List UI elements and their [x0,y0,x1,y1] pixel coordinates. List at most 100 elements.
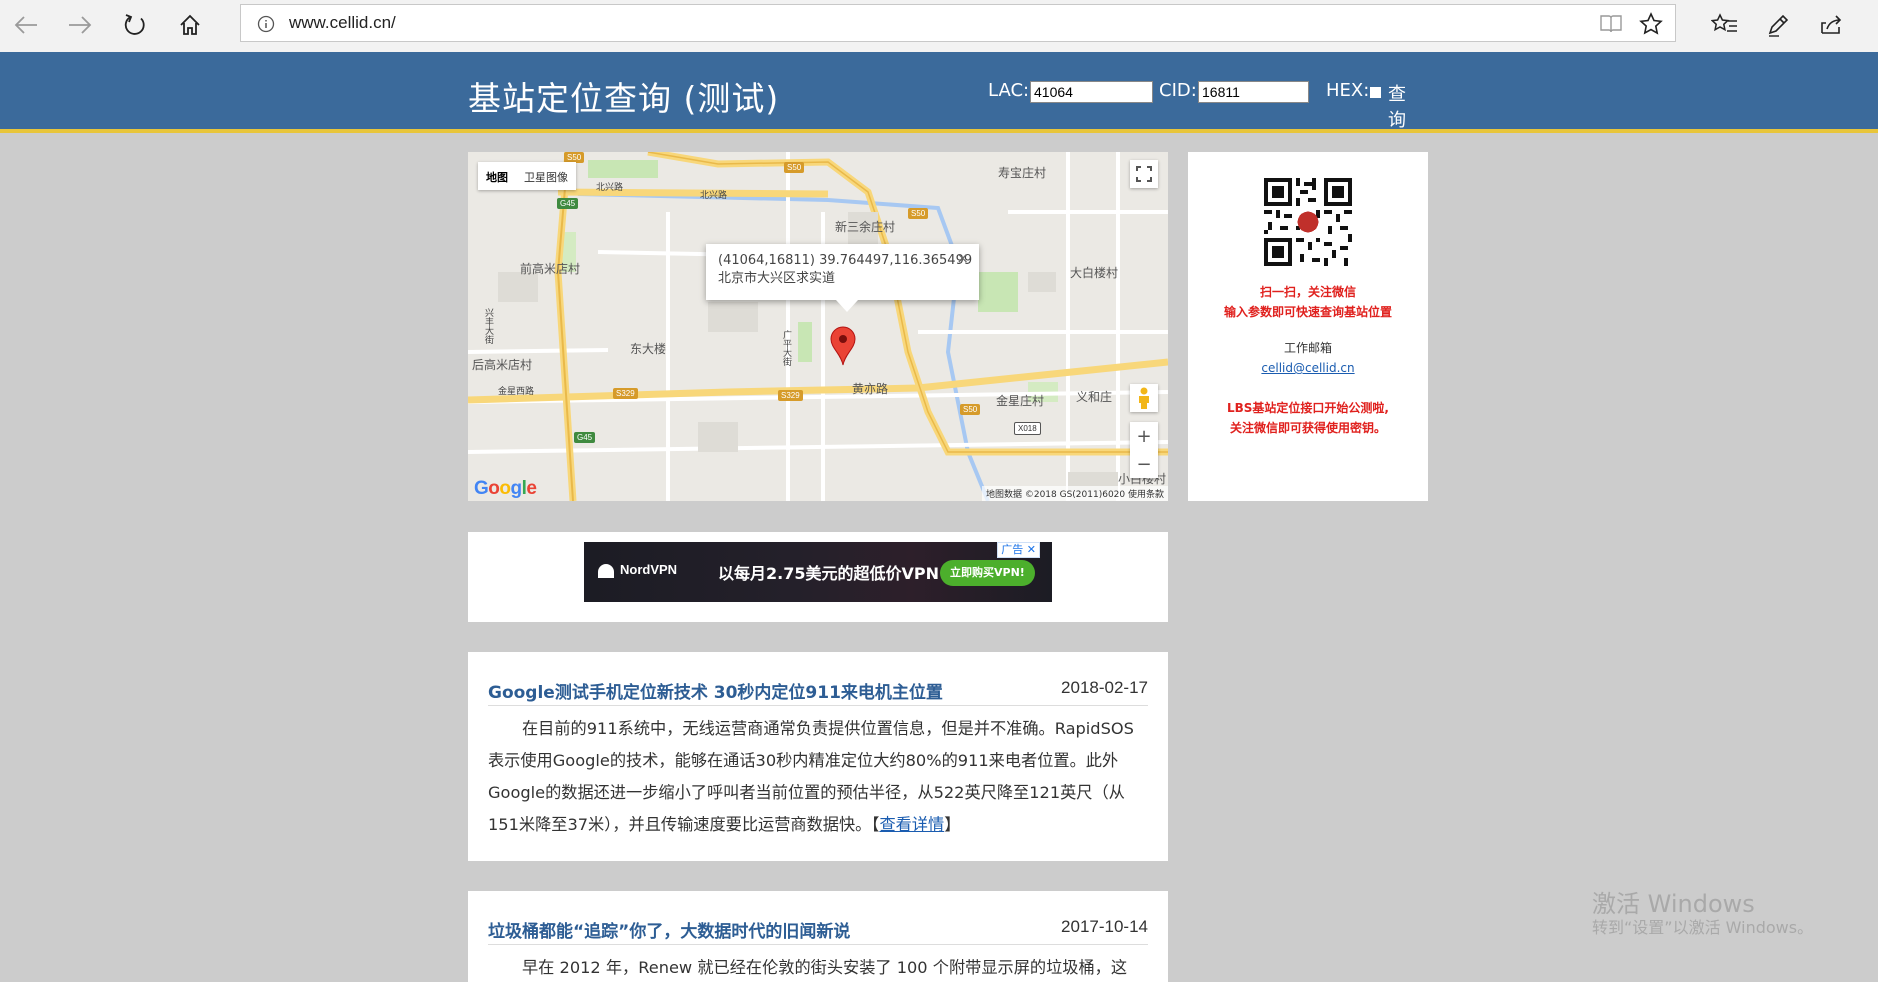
lac-label: LAC: [988,80,1030,101]
article-header: 垃圾桶都能“追踪”你了，大数据时代的旧闻新说 2017-10-14 [488,917,1148,945]
site-header: 基站定位查询 (测试) LAC: CID: HEX: 查 询 [0,52,1878,133]
link-bracket-close: 】 [944,815,961,834]
shield-s50-a: S50 [784,162,805,173]
forward-arrow-icon [69,16,92,34]
favorites-hub-button[interactable] [1705,6,1745,44]
info-address: 北京市大兴区求实道 [718,271,836,286]
ad-brand: NordVPN [620,562,678,577]
article-card: Google测试手机定位新技术 30秒内定位911来电机主位置 2018-02-… [468,652,1168,861]
place-dabailou: 大白楼村 [1070,266,1119,280]
wechat-scan-text: 扫一扫，关注微信 [1259,285,1356,299]
shield-s50-c: S50 [960,404,981,415]
place-hougaomidian: 后高米店村 [472,358,533,372]
home-button[interactable] [170,6,210,44]
pegman-icon [1139,387,1149,409]
promo-line-2: 关注微信即可获得使用密钥。 [1229,421,1386,435]
ad-headline: 以每月2.75美元的超低价VPN [718,564,939,583]
map-type-satellite[interactable]: 卫星图像 [516,162,576,190]
zoom-in-button[interactable]: + [1130,422,1158,450]
article-body: 早在 2012 年，Renew 就已经在伦敦的街头安装了 100 个附带显示屏的… [522,958,1128,977]
article-date: 2018-02-17 [1061,678,1148,697]
wechat-sidebar: 扫一扫，关注微信 输入参数即可快速查询基站位置 工作邮箱 cellid@cell… [1188,152,1428,501]
map-attribution[interactable]: 地图数据 ©2018 GS(2011)6020 使用条款 [981,486,1168,501]
zoom-out-button[interactable]: − [1130,450,1158,478]
cid-label: CID: [1159,80,1197,101]
info-icon[interactable] [257,15,275,33]
share-button[interactable] [1812,6,1852,44]
place-qiangaomidian: 前高米店村 [520,262,581,276]
google-logo: Google [474,478,537,499]
street-view-button[interactable] [1130,384,1158,412]
info-coordinates: (41064,16811) 39.764497,116.365499 [718,253,973,268]
url-text[interactable]: www.cellid.cn/ [289,13,396,33]
shield-s329-b: S329 [778,390,803,401]
reading-view-icon[interactable] [1599,13,1623,35]
article-title[interactable]: Google测试手机定位新技术 30秒内定位911来电机主位置 [488,678,943,703]
address-bar[interactable]: www.cellid.cn/ [240,4,1676,42]
fullscreen-button[interactable] [1130,160,1158,188]
refresh-icon [124,14,145,35]
shield-s50-b: S50 [908,208,929,219]
page-title: 基站定位查询 (测试) [468,79,780,118]
browser-toolbar: www.cellid.cn/ [0,0,1878,52]
info-close-button[interactable]: × [956,249,969,267]
back-button[interactable] [6,6,46,44]
article-card: 垃圾桶都能“追踪”你了，大数据时代的旧闻新说 2017-10-14 早在 201… [468,891,1168,982]
favorites-list-icon [1711,13,1737,32]
notes-button[interactable] [1758,6,1798,44]
promo-line-1: LBS基站定位接口开始公测啦, [1227,401,1389,415]
article-header: Google测试手机定位新技术 30秒内定位911来电机主位置 2018-02-… [488,678,1148,706]
lac-input[interactable] [1030,81,1153,103]
map-marker-icon[interactable] [830,326,856,366]
article-body: 在目前的911系统中，无线运营商通常负责提供位置信息，但是并不准确。RapidS… [488,713,1148,841]
info-window-tail [836,300,858,312]
zoom-control: + − [1130,422,1158,478]
place-dongdalou: 东大楼 [630,342,667,356]
ad-container: NordVPN 以每月2.75美元的超低价VPN 立即购买VPN! 广告 ✕ [468,532,1168,622]
refresh-button[interactable] [115,6,155,44]
road-label-jinxingxi: 金星西路 [498,387,535,397]
shield-g45-b: G45 [574,432,596,443]
article-date: 2017-10-14 [1061,917,1148,936]
place-yihezhuang: 义和庄 [1076,390,1113,404]
road-label-beixing-2: 北兴路 [700,191,728,201]
ad-choices-badge[interactable]: 广告 ✕ [997,542,1040,558]
forward-button[interactable] [60,6,100,44]
road-label-xingfeng: 兴丰大街 [483,308,493,344]
place-jinxingzhuang: 金星庄村 [996,394,1045,408]
ad-cta-button[interactable]: 立即购买VPN! [940,560,1035,586]
road-label-beixing: 北兴路 [596,183,624,193]
share-icon [1821,15,1842,34]
ad-banner[interactable]: NordVPN 以每月2.75美元的超低价VPN 立即购买VPN! 广告 ✕ [584,542,1052,602]
query-button[interactable]: 查 询 [1388,80,1406,132]
email-link[interactable]: cellid@cellid.cn [1188,358,1428,378]
email-label: 工作邮箱 [1283,341,1332,355]
map-view[interactable]: 北兴路 北兴路 寿宝庄村 新三余庄村 前高米店村 大白楼村 东大楼 后高米店村 … [468,152,1168,501]
fullscreen-icon [1136,166,1152,182]
windows-activation-hint: 转到“设置”以激活 Windows。 [1592,918,1814,937]
road-label-huangyi: 黄亦路 [852,382,889,396]
favorite-star-icon[interactable] [1639,12,1663,36]
shield-g45-a: G45 [557,198,579,209]
nordvpn-mountain-icon [598,563,614,578]
article-title[interactable]: 垃圾桶都能“追踪”你了，大数据时代的旧闻新说 [488,917,850,942]
pen-icon [1768,14,1789,37]
ad-brand-logo: NordVPN [598,562,677,578]
back-arrow-icon [14,16,37,34]
home-icon [180,14,200,35]
hex-checkbox[interactable] [1370,87,1381,98]
map-type-map[interactable]: 地图 [478,162,516,190]
road-label-guangping: 广平大街 [781,330,791,366]
place-shoubaozhuang: 寿宝庄村 [998,166,1047,180]
wechat-hint-text: 输入参数即可快速查询基站位置 [1223,305,1392,319]
shield-x018: X018 [1014,422,1041,435]
cid-input[interactable] [1198,81,1309,103]
wechat-qr-code [1264,178,1352,266]
map-info-window: (41064,16811) 39.764497,116.365499 北京市大兴… [706,244,979,312]
place-xinsanyuzhuang: 新三余庄村 [835,220,896,234]
shield-s329-a: S329 [613,388,638,399]
map-type-control: 地图 卫星图像 [478,162,576,190]
hex-label: HEX: [1326,80,1370,101]
read-more-link[interactable]: 查看详情 [879,815,944,834]
article-text: 在目前的911系统中，无线运营商通常负责提供位置信息，但是并不准确。RapidS… [488,719,1134,834]
